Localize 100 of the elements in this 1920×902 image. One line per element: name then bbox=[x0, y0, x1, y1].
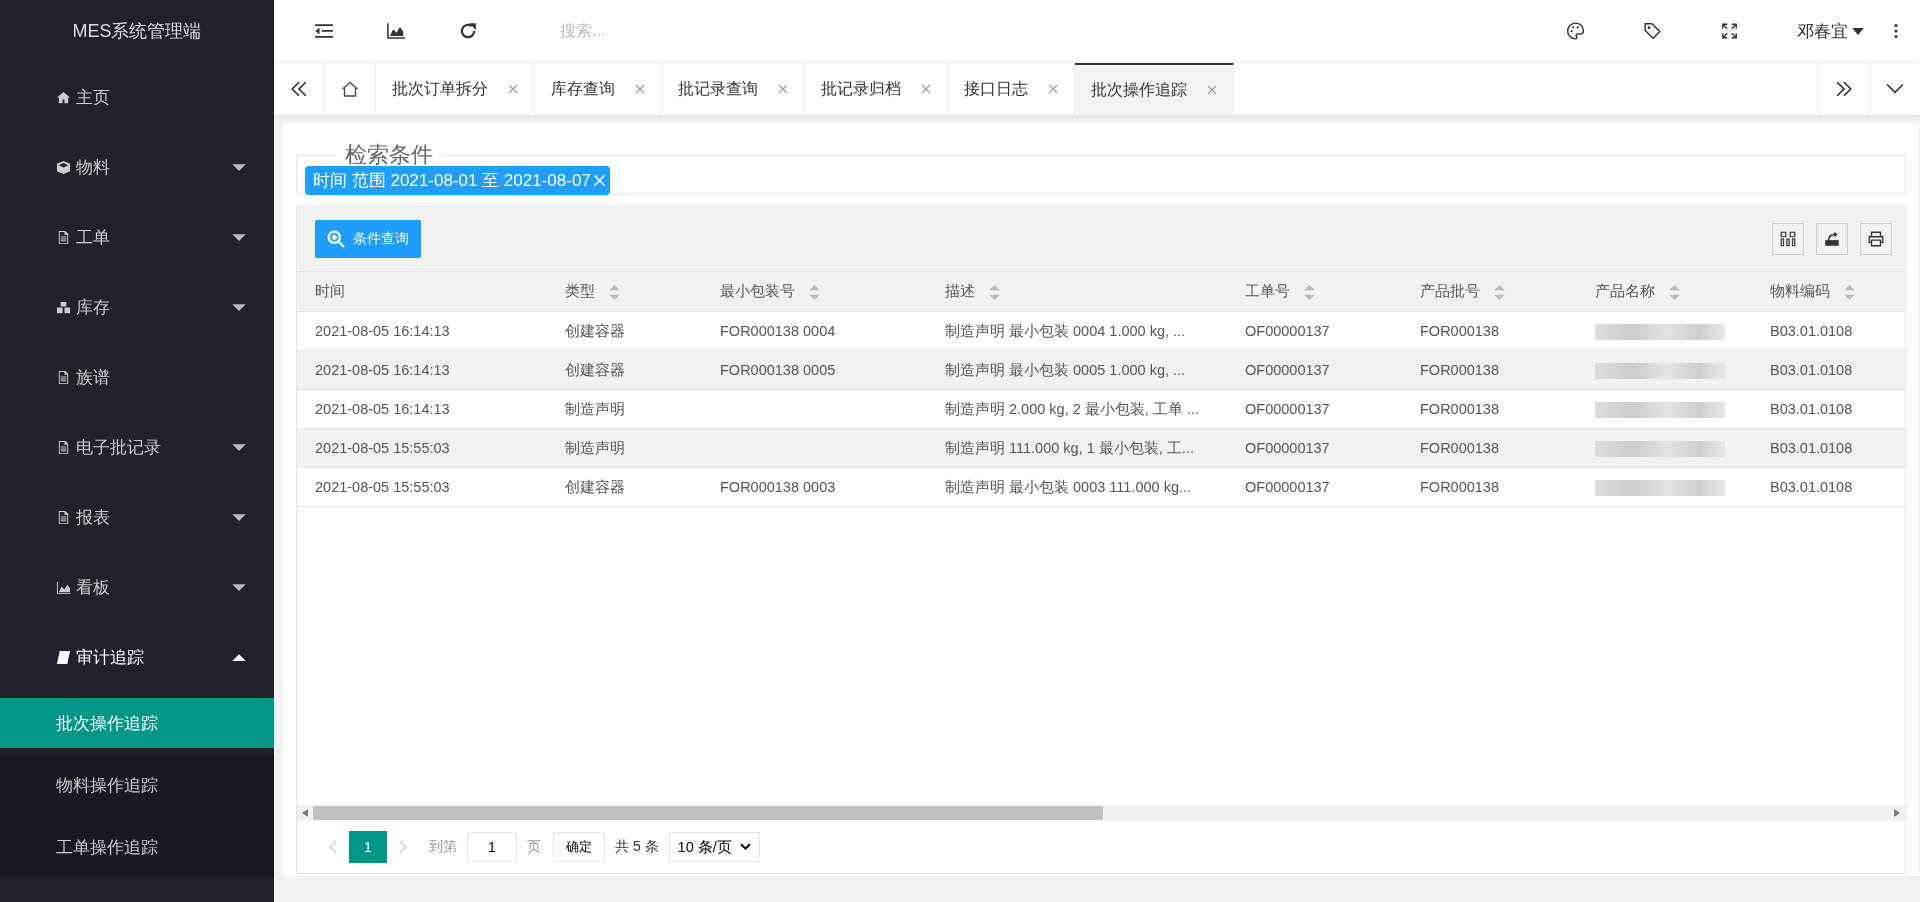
sidebar-subitem[interactable]: 批次操作追踪 bbox=[0, 698, 274, 748]
table-cell: OF00000137 bbox=[1245, 479, 1330, 495]
sort-icon bbox=[989, 284, 1000, 300]
table-cell: B03.01.0108 bbox=[1770, 323, 1853, 339]
caret-icon bbox=[232, 302, 246, 312]
table-cell: 创建容器 bbox=[565, 322, 625, 339]
zoom-in-icon bbox=[327, 230, 345, 248]
table-cell: FOR000138 bbox=[1420, 362, 1499, 378]
confirm-button[interactable]: 确定 bbox=[553, 832, 605, 862]
sidebar-item[interactable]: 审计追踪 bbox=[0, 622, 274, 692]
table-cell: OF00000137 bbox=[1245, 362, 1330, 378]
page-input[interactable]: 1 bbox=[467, 832, 517, 862]
cubes-icon bbox=[56, 299, 71, 315]
column-header[interactable]: 描述 bbox=[927, 271, 1227, 312]
columns-icon bbox=[1779, 230, 1797, 248]
columns-button[interactable] bbox=[1772, 223, 1804, 255]
chevron-down-icon bbox=[739, 843, 751, 851]
export-button[interactable] bbox=[1816, 223, 1848, 255]
caret-icon bbox=[232, 232, 246, 242]
page-size-select[interactable]: 10 条/页 bbox=[668, 832, 760, 862]
tab[interactable]: 批记录查询 bbox=[662, 63, 805, 115]
table-cell: OF00000137 bbox=[1245, 401, 1330, 417]
table-cell: 制造声明 111.000 kg, 1 最小包装, 工... bbox=[945, 439, 1194, 456]
table-cell: FOR000138 bbox=[1420, 401, 1499, 417]
caret-icon bbox=[1852, 27, 1864, 35]
column-header[interactable]: 类型 bbox=[547, 271, 702, 312]
sort-icon bbox=[1304, 284, 1315, 300]
table-cell: FOR000138 0005 bbox=[720, 362, 836, 378]
tab[interactable]: 批次操作追踪 bbox=[1075, 63, 1234, 115]
sidebar-item[interactable]: 族谱 bbox=[0, 342, 274, 412]
menu-icon[interactable] bbox=[314, 22, 334, 40]
tag-icon[interactable] bbox=[1643, 22, 1662, 40]
scroll-right-icon[interactable] bbox=[1894, 809, 1900, 817]
tab[interactable]: 批次订单拆分 bbox=[376, 63, 535, 115]
close-icon[interactable] bbox=[1048, 84, 1058, 94]
area-chart-icon[interactable] bbox=[386, 22, 406, 40]
fullscreen-icon[interactable] bbox=[1720, 22, 1739, 40]
column-header[interactable]: 产品批号 bbox=[1402, 271, 1577, 312]
sidebar-subitem[interactable]: 物料操作追踪 bbox=[0, 754, 274, 816]
total-count: 共 5 条 bbox=[615, 838, 659, 856]
table-cell: B03.01.0108 bbox=[1770, 440, 1853, 456]
sidebar-item[interactable]: 物料 bbox=[0, 132, 274, 202]
table-cell: 2021-08-05 16:14:13 bbox=[315, 323, 450, 339]
column-header: 时间 bbox=[297, 271, 547, 312]
refresh-icon[interactable] bbox=[458, 22, 478, 40]
sort-icon bbox=[1494, 284, 1505, 300]
table-cell: FOR000138 0003 bbox=[720, 479, 836, 495]
home-icon bbox=[56, 89, 71, 105]
sidebar-item[interactable]: 看板 bbox=[0, 552, 274, 622]
table-cell: FOR000138 0004 bbox=[720, 323, 836, 339]
sidebar-item[interactable]: 报表 bbox=[0, 482, 274, 552]
sort-icon bbox=[1844, 284, 1855, 300]
column-header[interactable]: 产品名称 bbox=[1577, 271, 1752, 312]
table-cell: FOR000138 bbox=[1420, 323, 1499, 339]
app-title: MES系统管理端 bbox=[71, 20, 203, 43]
sidebar-subitem[interactable]: 工单操作追踪 bbox=[0, 816, 274, 878]
column-header[interactable]: 物料编码 bbox=[1752, 271, 1905, 312]
export-icon bbox=[1823, 230, 1841, 248]
sort-icon bbox=[1669, 284, 1680, 300]
column-header[interactable]: 工单号 bbox=[1227, 271, 1402, 312]
cube-icon bbox=[56, 159, 71, 175]
sidebar-item[interactable]: 主页 bbox=[0, 62, 274, 132]
sort-icon bbox=[609, 284, 620, 300]
close-icon[interactable] bbox=[1207, 85, 1217, 95]
table-cell: B03.01.0108 bbox=[1770, 479, 1853, 495]
caret-icon bbox=[232, 442, 246, 452]
sidebar-item[interactable]: 库存 bbox=[0, 272, 274, 342]
goto-label: 到第 bbox=[429, 838, 457, 856]
table-cell: 2021-08-05 15:55:03 bbox=[315, 440, 450, 456]
page-number[interactable]: 1 bbox=[349, 831, 387, 863]
user-menu[interactable]: 邓春宜 bbox=[1797, 19, 1864, 43]
print-button[interactable] bbox=[1860, 223, 1892, 255]
home-icon bbox=[341, 80, 359, 98]
sort-icon bbox=[809, 284, 820, 300]
column-header[interactable]: 最小包装号 bbox=[702, 271, 927, 312]
table-cell: 制造声明 最小包装 0005 1.000 kg, ... bbox=[945, 361, 1186, 378]
table-cell: B03.01.0108 bbox=[1770, 362, 1853, 378]
sidebar-item[interactable]: 电子批记录 bbox=[0, 412, 274, 482]
sidebar-item[interactable]: 工单 bbox=[0, 202, 274, 272]
chart-icon bbox=[56, 579, 71, 595]
table-cell: 制造声明 2.000 kg, 2 最小包装, 工单 ... bbox=[945, 400, 1199, 417]
caret-icon bbox=[232, 582, 246, 592]
printer-icon bbox=[1867, 230, 1885, 248]
caret-icon bbox=[232, 652, 246, 662]
more-icon[interactable] bbox=[1894, 23, 1898, 39]
table-cell: 制造声明 bbox=[565, 439, 625, 456]
table-cell: 2021-08-05 15:55:03 bbox=[315, 479, 450, 495]
tab[interactable]: 库存查询 bbox=[535, 63, 662, 115]
close-icon[interactable] bbox=[921, 84, 931, 94]
table-cell: 制造声明 bbox=[565, 400, 625, 417]
close-icon[interactable] bbox=[635, 84, 645, 94]
close-icon[interactable] bbox=[508, 84, 518, 94]
tab[interactable]: 批记录归档 bbox=[805, 63, 948, 115]
table-cell: 制造声明 最小包装 0004 1.000 kg, ... bbox=[945, 322, 1186, 339]
table-cell: 创建容器 bbox=[565, 478, 625, 495]
close-icon[interactable] bbox=[778, 84, 788, 94]
horizontal-scrollbar[interactable] bbox=[297, 805, 1905, 821]
table-cell: 制造声明 最小包装 0003 111.000 kg... bbox=[945, 478, 1192, 495]
scroll-left-icon[interactable] bbox=[302, 809, 308, 817]
palette-icon[interactable] bbox=[1566, 22, 1585, 40]
